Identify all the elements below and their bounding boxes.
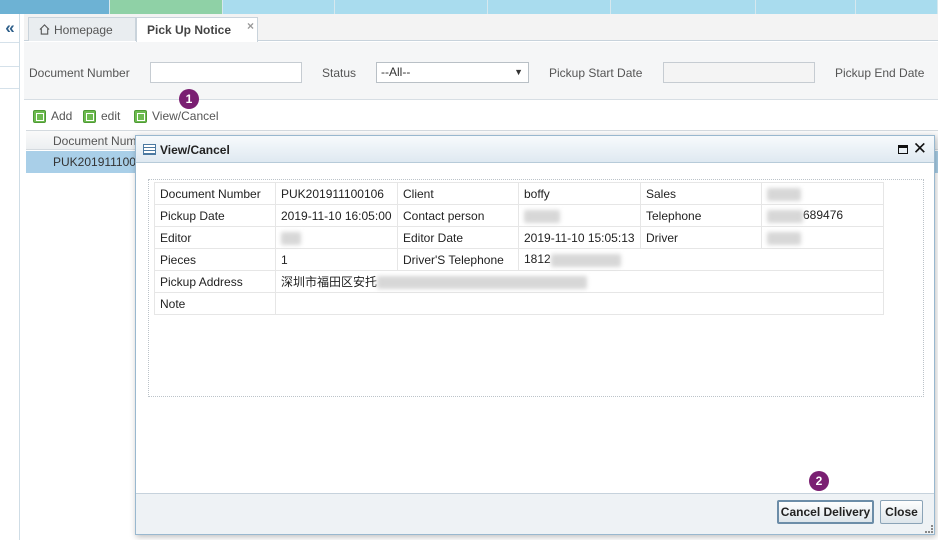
caret-down-icon: ▼ xyxy=(514,67,523,77)
strip-segment xyxy=(756,0,856,14)
redacted-value xyxy=(767,187,801,201)
pickup-end-date-label: Pickup End Date xyxy=(835,66,925,80)
value-driver xyxy=(761,226,884,249)
label-pickup-address: Pickup Address xyxy=(154,270,276,293)
driver-telephone-visible-part: 1812 xyxy=(524,252,551,267)
redacted-value xyxy=(281,231,301,245)
tab-bar: Homepage Pick Up Notice × xyxy=(24,14,938,42)
label-note: Note xyxy=(154,292,276,315)
double-chevron-left-icon: « xyxy=(5,18,15,37)
status-select-value: --All-- xyxy=(381,65,411,79)
left-sidebar-rail: « xyxy=(0,14,20,540)
redacted-value xyxy=(550,253,621,267)
label-pickup-date: Pickup Date xyxy=(154,204,276,227)
label-client: Client xyxy=(397,182,519,205)
status-select[interactable]: --All-- ▼ xyxy=(376,62,529,83)
dialog-close-icon[interactable]: ✕ xyxy=(913,139,927,159)
strip-segment xyxy=(335,0,488,14)
document-number-label: Document Number xyxy=(29,66,130,80)
edit-button[interactable]: edit xyxy=(83,109,120,123)
pickup-address-visible-part: 深圳市福田区安托 xyxy=(281,275,378,289)
cancel-delivery-button[interactable]: Cancel Delivery xyxy=(777,500,874,524)
detail-row: Pieces 1 Driver'S Telephone 1812 xyxy=(154,248,884,271)
row-document-number: PUK201911100 xyxy=(53,155,136,169)
home-icon xyxy=(39,24,50,35)
value-document-number: PUK201911100106 xyxy=(275,182,398,205)
status-label: Status xyxy=(322,66,357,80)
pickup-start-date-label: Pickup Start Date xyxy=(549,66,643,80)
document-number-input[interactable] xyxy=(150,62,302,83)
strip-segment xyxy=(488,0,611,14)
detail-row: Pickup Date 2019-11-10 16:05:00 Contact … xyxy=(154,204,884,227)
dialog-header: View/Cancel ✕ xyxy=(136,136,934,163)
detail-row: Pickup Address 深圳市福田区安托 xyxy=(154,270,884,293)
value-editor xyxy=(275,226,398,249)
filter-panel: Document Number Status --All-- ▼ Pickup … xyxy=(24,42,938,100)
value-telephone: 689476 xyxy=(761,204,884,227)
add-button[interactable]: Add xyxy=(33,109,72,123)
strip-segment xyxy=(611,0,756,14)
value-pickup-date: 2019-11-10 16:05:00 xyxy=(275,204,398,227)
pickup-start-date-input[interactable] xyxy=(663,62,815,83)
top-color-strip xyxy=(0,0,938,14)
strip-segment xyxy=(223,0,335,14)
redacted-value xyxy=(524,209,560,223)
value-sales xyxy=(761,182,884,205)
add-button-label: Add xyxy=(51,109,73,123)
dialog-footer: Cancel Delivery Close xyxy=(136,493,934,534)
dialog-body: Document Number PUK201911100106 Client b… xyxy=(148,179,924,397)
tab-pick-up-notice[interactable]: Pick Up Notice × xyxy=(136,17,258,42)
value-pieces: 1 xyxy=(275,248,398,271)
column-header-document-number[interactable]: Document Num xyxy=(53,134,136,148)
grid-toolbar: Add edit View/Cancel xyxy=(24,104,938,130)
label-editor-date: Editor Date xyxy=(397,226,519,249)
label-contact-person: Contact person xyxy=(397,204,519,227)
pickup-detail-table: Document Number PUK201911100106 Client b… xyxy=(154,182,884,315)
value-editor-date: 2019-11-10 15:05:13 xyxy=(518,226,641,249)
label-document-number: Document Number xyxy=(154,182,276,205)
rail-divider xyxy=(0,88,19,89)
add-icon xyxy=(33,109,46,123)
redacted-value xyxy=(767,209,803,223)
tab-homepage[interactable]: Homepage xyxy=(28,17,136,41)
strip-segment xyxy=(0,0,110,14)
resize-grip-icon[interactable] xyxy=(925,525,933,533)
table-icon xyxy=(143,144,156,155)
redacted-value xyxy=(377,276,588,290)
rail-divider xyxy=(0,66,19,67)
view-cancel-button[interactable]: View/Cancel xyxy=(134,109,218,123)
rail-divider xyxy=(0,42,19,43)
edit-icon xyxy=(83,109,96,123)
tab-label: Pick Up Notice xyxy=(147,23,232,37)
value-contact-person xyxy=(518,204,641,227)
value-client: boffy xyxy=(518,182,641,205)
collapse-sidebar-button[interactable]: « xyxy=(0,14,20,42)
tab-close-icon[interactable]: × xyxy=(247,19,254,33)
close-button[interactable]: Close xyxy=(880,500,923,524)
value-driver-telephone: 1812 xyxy=(518,248,884,271)
label-pieces: Pieces xyxy=(154,248,276,271)
detail-row: Editor Editor Date 2019-11-10 15:05:13 D… xyxy=(154,226,884,249)
value-pickup-address: 深圳市福田区安托 xyxy=(275,270,884,293)
label-driver-telephone: Driver'S Telephone xyxy=(397,248,519,271)
strip-segment xyxy=(110,0,223,14)
view-icon xyxy=(134,109,147,123)
label-sales: Sales xyxy=(640,182,762,205)
detail-row: Note xyxy=(154,292,884,315)
view-cancel-button-label: View/Cancel xyxy=(152,109,219,123)
tab-label: Homepage xyxy=(54,22,113,37)
edit-button-label: edit xyxy=(101,109,121,123)
detail-row: Document Number PUK201911100106 Client b… xyxy=(154,182,884,205)
annotation-marker-1: 1 xyxy=(179,89,199,109)
redacted-value xyxy=(767,231,801,245)
value-note xyxy=(275,292,884,315)
maximize-icon[interactable] xyxy=(898,145,908,154)
annotation-marker-2: 2 xyxy=(809,471,829,491)
strip-segment xyxy=(856,0,938,14)
dialog-title: View/Cancel xyxy=(160,143,230,157)
label-editor: Editor xyxy=(154,226,276,249)
label-driver: Driver xyxy=(640,226,762,249)
telephone-visible-part: 689476 xyxy=(803,208,844,223)
label-telephone: Telephone xyxy=(640,204,762,227)
